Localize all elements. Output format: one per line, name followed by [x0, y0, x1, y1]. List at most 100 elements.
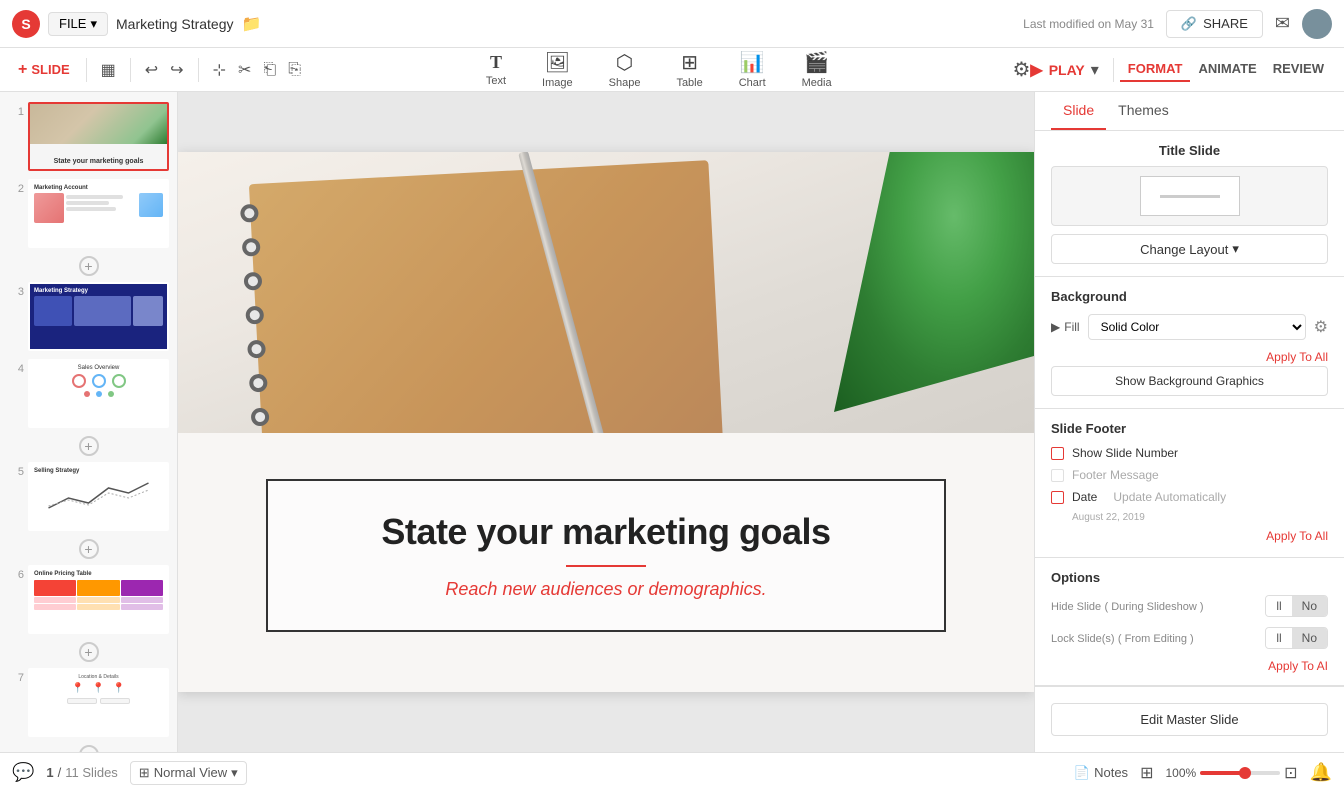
- slide-thumb-7[interactable]: 7 Location & Details 📍 📍 📍: [6, 666, 171, 739]
- hide-slide-toggle-no[interactable]: No: [1292, 596, 1327, 616]
- fill-settings-icon[interactable]: ⚙: [1314, 317, 1328, 337]
- layout-grid-icon: ⊞: [139, 765, 150, 781]
- chat-icon[interactable]: 💬: [12, 762, 34, 783]
- main-area: 1 State your marketing goals 2 Marketing…: [0, 92, 1344, 752]
- slide-thumb-4[interactable]: 4 Sales Overview: [6, 357, 171, 430]
- title-underline: [566, 565, 646, 567]
- insert-text-tool[interactable]: T Text: [478, 48, 514, 91]
- add-slide-button[interactable]: + SLIDE: [12, 57, 76, 83]
- date-checkbox[interactable]: [1051, 491, 1064, 504]
- edit-master-slide-button[interactable]: Edit Master Slide: [1051, 703, 1328, 736]
- chart-tool-label: Chart: [739, 77, 766, 89]
- slide-text-area[interactable]: State your marketing goals Reach new aud…: [266, 479, 946, 632]
- paste-button[interactable]: ⎘: [284, 57, 305, 83]
- insert-table-tool[interactable]: ⊞ Table: [668, 46, 710, 93]
- tab-format[interactable]: FORMAT: [1120, 57, 1191, 82]
- slide6-add-btn-area: +: [6, 642, 171, 662]
- mail-icon[interactable]: ✉: [1275, 13, 1290, 34]
- last-modified-text: Last modified on May 31: [1023, 17, 1154, 31]
- tab-slide[interactable]: Slide: [1051, 92, 1106, 130]
- slide2-add-btn-area: +: [6, 256, 171, 276]
- notification-icon[interactable]: 🔔: [1310, 762, 1332, 783]
- avatar: [1302, 9, 1332, 39]
- play-button[interactable]: ▶ PLAY: [1030, 60, 1084, 80]
- slide-preview-5[interactable]: Selling Strategy: [28, 462, 169, 531]
- zoom-slider[interactable]: [1200, 771, 1280, 775]
- lock-slide-toggle: ll No: [1265, 627, 1328, 649]
- edit-master-section: Edit Master Slide: [1035, 686, 1344, 752]
- lock-slide-toggle-yes[interactable]: ll: [1266, 628, 1291, 648]
- slide-preview-7[interactable]: Location & Details 📍 📍 📍: [28, 668, 169, 737]
- slide5-add-button[interactable]: +: [79, 539, 99, 559]
- slide7-add-button[interactable]: +: [79, 745, 99, 752]
- redo-button[interactable]: ↪: [166, 56, 187, 84]
- slide-preview-3[interactable]: Marketing Strategy: [28, 282, 169, 351]
- zoom-expand-icon[interactable]: ⊡: [1284, 763, 1297, 783]
- file-menu-button[interactable]: FILE ▾: [48, 12, 108, 36]
- play-label: PLAY: [1049, 62, 1085, 78]
- undo-button[interactable]: ↩: [141, 56, 162, 84]
- play-dropdown-icon[interactable]: ▾: [1091, 60, 1099, 80]
- hide-slide-toggle-yes[interactable]: ll: [1266, 596, 1291, 616]
- lock-slide-row: Lock Slide(s) ( From Editing ) ll No: [1051, 627, 1328, 649]
- view-dropdown-icon: ▾: [231, 765, 238, 781]
- slide2-add-button[interactable]: +: [79, 256, 99, 276]
- slide4-add-button[interactable]: +: [79, 436, 99, 456]
- slide-canvas[interactable]: State your marketing goals Reach new aud…: [178, 152, 1034, 692]
- slide-number-1: 1: [8, 106, 24, 118]
- show-slide-number-checkbox[interactable]: [1051, 447, 1064, 460]
- view-selector[interactable]: ⊞ Normal View ▾: [130, 761, 247, 785]
- tab-animate[interactable]: ANIMATE: [1190, 57, 1264, 82]
- change-layout-button[interactable]: Change Layout ▾: [1051, 234, 1328, 264]
- slide5-chart: [34, 478, 163, 513]
- slide-preview-1[interactable]: State your marketing goals: [28, 102, 169, 171]
- slide-preview-6[interactable]: Online Pricing Table: [28, 565, 169, 634]
- file-dropdown-icon: ▾: [90, 16, 97, 32]
- insert-image-tool[interactable]: 🖼 Image: [534, 46, 581, 93]
- slide6-add-button[interactable]: +: [79, 642, 99, 662]
- slide-thumb-2[interactable]: 2 Marketing Account: [6, 177, 171, 250]
- footer-message-checkbox[interactable]: [1051, 469, 1064, 482]
- slide-thumb-3[interactable]: 3 Marketing Strategy: [6, 280, 171, 353]
- lock-slide-toggle-no[interactable]: No: [1292, 628, 1327, 648]
- page-indicator: 1 / 11 Slides: [46, 765, 117, 780]
- layout-preview: [1051, 166, 1328, 226]
- fill-type-select[interactable]: Solid Color Gradient Image None: [1088, 314, 1306, 340]
- notes-button[interactable]: 📄 Notes: [1074, 765, 1128, 781]
- bottombar: 💬 1 / 11 Slides ⊞ Normal View ▾ 📄 Notes …: [0, 752, 1344, 792]
- footer-apply-all-link[interactable]: Apply To All: [1266, 529, 1328, 543]
- copy-button[interactable]: ⎗: [259, 57, 280, 83]
- slide4-title-preview: Sales Overview: [34, 365, 163, 371]
- slide6-title-preview: Online Pricing Table: [34, 571, 163, 577]
- background-apply-all-link[interactable]: Apply To All: [1266, 350, 1328, 364]
- layout-icon[interactable]: ▦: [97, 56, 120, 84]
- insert-shape-tool[interactable]: ⬡ Shape: [601, 46, 649, 93]
- slide-subtitle: Reach new audiences or demographics.: [308, 579, 904, 600]
- lock-slide-label: Lock Slide(s) ( From Editing ): [1051, 631, 1194, 645]
- slide-preview-2[interactable]: Marketing Account: [28, 179, 169, 248]
- zoom-area: 100% ⊡: [1165, 763, 1297, 783]
- share-button[interactable]: 🔗 SHARE: [1166, 10, 1263, 38]
- slide5-add-btn-area: +: [6, 539, 171, 559]
- show-background-graphics-button[interactable]: Show Background Graphics: [1051, 366, 1328, 396]
- slide2-body-preview: [34, 193, 163, 223]
- insert-media-tool[interactable]: 🎬 Media: [794, 46, 840, 93]
- insert-chart-tool[interactable]: 📊 Chart: [731, 46, 774, 93]
- slide-number-2: 2: [8, 183, 24, 195]
- cut-button[interactable]: ✂: [234, 56, 255, 84]
- apply-to-ai-button[interactable]: Apply To AI: [1051, 659, 1328, 673]
- cursor-icon[interactable]: ⊹: [209, 56, 230, 84]
- slide-preview-4[interactable]: Sales Overview: [28, 359, 169, 428]
- expand-icon[interactable]: ⊞: [1140, 763, 1153, 783]
- layout-preview-inner: [1140, 176, 1240, 216]
- share-icon: 🔗: [1181, 16, 1197, 32]
- zoom-thumb[interactable]: [1239, 767, 1251, 779]
- slide-thumb-1[interactable]: 1 State your marketing goals: [6, 100, 171, 173]
- tab-themes[interactable]: Themes: [1106, 92, 1181, 130]
- settings-icon[interactable]: ⚙: [1012, 57, 1030, 82]
- slide-thumb-5[interactable]: 5 Selling Strategy: [6, 460, 171, 533]
- fill-label: ▶ Fill: [1051, 320, 1080, 334]
- slide-thumb-6[interactable]: 6 Online Pricing Table: [6, 563, 171, 636]
- chart-tool-icon: 📊: [740, 50, 765, 75]
- tab-review[interactable]: REVIEW: [1265, 57, 1332, 82]
